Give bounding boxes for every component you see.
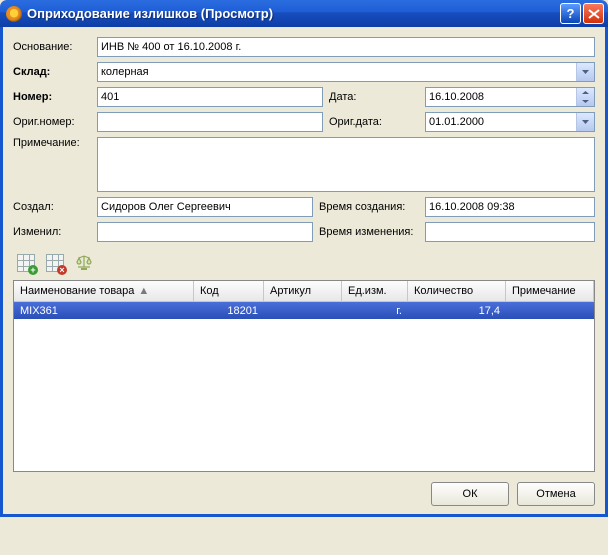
warehouse-dropdown[interactable] xyxy=(97,62,595,82)
orig-number-label: Ориг.номер: xyxy=(13,116,91,128)
basis-field[interactable] xyxy=(97,37,595,57)
cell-name: MIX361 xyxy=(14,304,194,318)
number-label: Номер: xyxy=(13,91,91,103)
chevron-down-icon[interactable] xyxy=(576,113,594,131)
col-unit[interactable]: Ед.изм. xyxy=(342,281,408,301)
close-button[interactable] xyxy=(583,3,604,24)
sort-asc-icon: ▲ xyxy=(138,285,149,297)
changed-at-label: Время изменения: xyxy=(319,226,419,238)
created-at-field[interactable] xyxy=(425,197,595,217)
window-title: Оприходование излишков (Просмотр) xyxy=(27,6,560,21)
grid-add-icon: + xyxy=(16,253,36,273)
app-icon xyxy=(6,6,22,22)
close-icon xyxy=(588,9,600,19)
titlebar: Оприходование излишков (Просмотр) ? xyxy=(0,0,608,27)
changed-at-field[interactable] xyxy=(425,222,595,242)
note-label: Примечание: xyxy=(13,137,91,149)
scales-icon xyxy=(74,253,94,273)
col-name[interactable]: Наименование товара ▲ xyxy=(14,281,194,301)
col-qty[interactable]: Количество xyxy=(408,281,506,301)
changed-by-label: Изменил: xyxy=(13,226,91,238)
balance-button[interactable] xyxy=(71,250,97,276)
changed-by-field[interactable] xyxy=(97,222,313,242)
date-spin-up[interactable] xyxy=(577,88,594,97)
cell-note xyxy=(506,310,594,312)
orig-date-value[interactable] xyxy=(426,114,576,130)
warehouse-label: Склад: xyxy=(13,66,91,78)
table-header: Наименование товара ▲ Код Артикул Ед.изм… xyxy=(14,281,594,302)
help-button[interactable]: ? xyxy=(560,3,581,24)
date-label: Дата: xyxy=(329,91,419,103)
client-area: Основание: Склад: Номер: Дата: xyxy=(0,27,608,517)
col-sku[interactable]: Артикул xyxy=(264,281,342,301)
delete-row-button[interactable]: × xyxy=(42,250,68,276)
created-by-field[interactable] xyxy=(97,197,313,217)
chevron-down-icon[interactable] xyxy=(576,63,594,81)
orig-number-field[interactable] xyxy=(97,112,323,132)
items-table: Наименование товара ▲ Код Артикул Ед.изм… xyxy=(13,280,595,472)
note-field[interactable] xyxy=(97,137,595,192)
cancel-button[interactable]: Отмена xyxy=(517,482,595,506)
orig-date-dropdown[interactable] xyxy=(425,112,595,132)
date-spin-down[interactable] xyxy=(577,97,594,106)
col-code[interactable]: Код xyxy=(194,281,264,301)
add-row-button[interactable]: + xyxy=(13,250,39,276)
created-by-label: Создал: xyxy=(13,201,91,213)
table-toolbar: + × xyxy=(13,250,595,276)
col-note[interactable]: Примечание xyxy=(506,281,594,301)
table-body[interactable]: MIX361 18201 г. 17,4 xyxy=(14,302,594,471)
date-field[interactable] xyxy=(425,87,595,107)
created-at-label: Время создания: xyxy=(319,201,419,213)
dialog-buttons: ОК Отмена xyxy=(13,482,595,506)
orig-date-label: Ориг.дата: xyxy=(329,116,419,128)
table-row[interactable]: MIX361 18201 г. 17,4 xyxy=(14,302,594,319)
cell-code: 18201 xyxy=(194,304,264,318)
cell-sku xyxy=(264,310,342,312)
ok-button[interactable]: ОК xyxy=(431,482,509,506)
cell-qty: 17,4 xyxy=(408,304,506,318)
col-name-label: Наименование товара xyxy=(20,285,134,297)
number-field[interactable] xyxy=(97,87,323,107)
cell-unit: г. xyxy=(342,304,408,318)
window: Оприходование излишков (Просмотр) ? Осно… xyxy=(0,0,608,517)
warehouse-value[interactable] xyxy=(98,64,576,80)
basis-label: Основание: xyxy=(13,41,91,53)
date-value[interactable] xyxy=(426,88,576,106)
grid-delete-icon: × xyxy=(45,253,65,273)
